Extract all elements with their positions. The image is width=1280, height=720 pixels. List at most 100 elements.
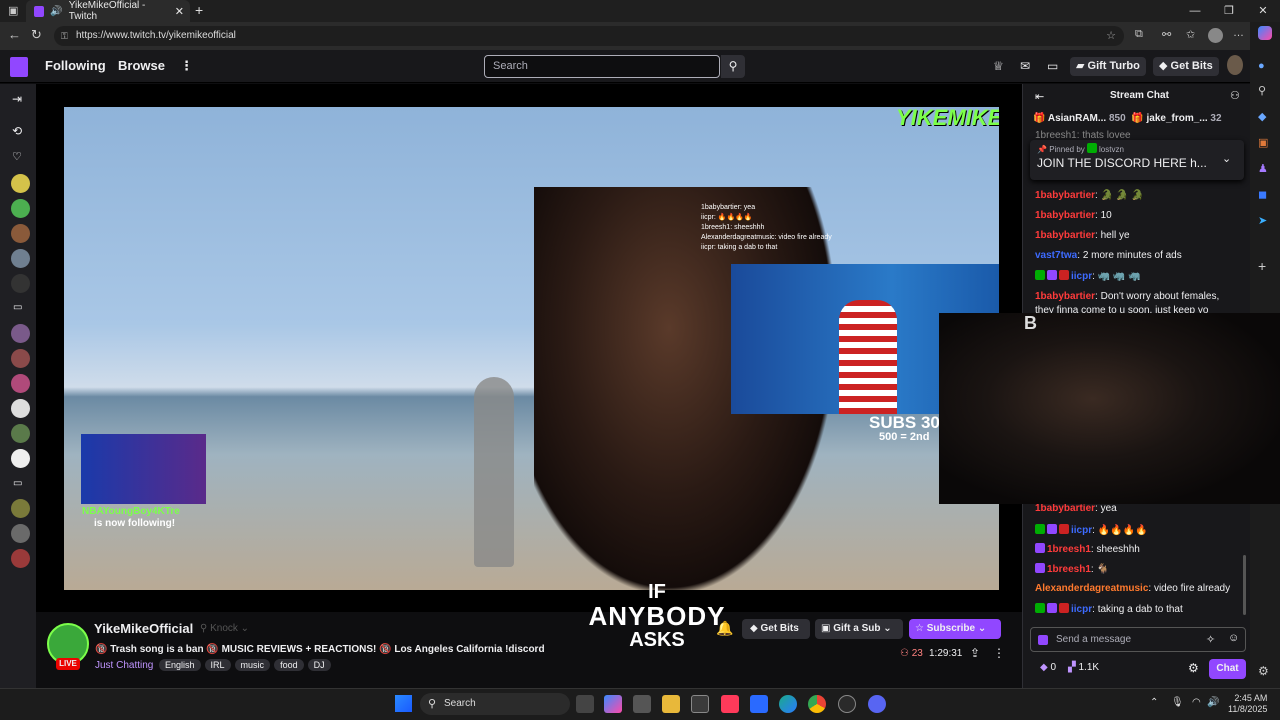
speaker-icon[interactable]: 🔊 [50, 6, 62, 17]
get-bits-stream-button[interactable]: ◆ Get Bits [742, 619, 810, 639]
windows-start-icon[interactable] [395, 695, 412, 712]
search-icon[interactable]: ⚲ [721, 55, 745, 78]
expand-pinned-icon[interactable]: ⌄ [1222, 152, 1231, 165]
inbox-icon[interactable]: ✉ [1020, 57, 1030, 76]
emote-picker-icon[interactable]: ☺ [1228, 632, 1239, 644]
channel-avatar[interactable] [11, 349, 30, 368]
chat-username[interactable]: iicpr [1071, 271, 1092, 282]
favorite-star-icon[interactable]: ☆ [1106, 26, 1116, 46]
gift-sub-button[interactable]: ▣ Gift a Sub ⌄ [815, 619, 903, 639]
share-icon[interactable]: ⇪ [970, 646, 980, 660]
channel-avatar[interactable] [11, 274, 30, 293]
chat-username[interactable]: 1breesh1 [1047, 564, 1091, 575]
tag[interactable]: DJ [307, 659, 331, 671]
knock-button[interactable]: ⚲ Knock ⌄ [200, 623, 249, 634]
chat-username[interactable]: iicpr [1071, 604, 1092, 615]
video-frame[interactable]: YIKEMIKE 1babybartier: yea iicpr: 🔥🔥🔥🔥 1… [64, 107, 999, 590]
more-options-icon[interactable]: ⋮ [993, 646, 1005, 660]
copilot-taskbar-icon[interactable] [604, 695, 622, 713]
shopping-icon[interactable]: ▣ [1258, 136, 1268, 149]
chat-username[interactable]: 1babybartier [1035, 291, 1095, 302]
channel-avatar[interactable] [11, 174, 30, 193]
channel-avatar[interactable] [11, 249, 30, 268]
get-bits-button[interactable]: ◆ Get Bits [1153, 57, 1219, 76]
nav-following[interactable]: Following [45, 58, 106, 73]
games-icon[interactable]: ♟ [1258, 162, 1268, 175]
notifications-bell-icon[interactable]: 🔔 [716, 620, 733, 637]
tab-actions-icon[interactable]: ▣ [8, 4, 18, 17]
task-view-icon[interactable] [576, 695, 594, 713]
nav-browse[interactable]: Browse [118, 58, 165, 73]
channel-avatar[interactable] [11, 449, 30, 468]
tag[interactable]: IRL [204, 659, 231, 671]
taskbar-search[interactable]: ⚲ Search [420, 693, 570, 715]
back-icon[interactable]: ← [8, 27, 21, 42]
chat-username[interactable]: vast7twa [1035, 250, 1077, 261]
tools-icon[interactable]: ◆ [1258, 110, 1266, 123]
channel-avatar[interactable] [11, 199, 30, 218]
wifi-icon[interactable]: ◠ [1192, 697, 1201, 708]
chat-input[interactable]: Send a message ✧ ☺ [1030, 627, 1246, 652]
bits-balance[interactable]: ▞ 1.1K [1068, 662, 1099, 673]
new-tab-icon[interactable]: + [195, 2, 203, 18]
search-input[interactable]: Search [484, 55, 720, 78]
chat-username[interactable]: 1babybartier [1035, 190, 1095, 201]
site-info-icon[interactable]: ⚿ [61, 26, 68, 46]
twitch-logo-icon[interactable] [10, 57, 28, 77]
chat-badge-icon[interactable] [1038, 635, 1048, 645]
more-menu-icon[interactable]: ⋮ [180, 58, 193, 74]
show-hidden-icons[interactable]: ⌃ [1150, 697, 1158, 708]
edge-icon[interactable] [779, 695, 797, 713]
user-avatar[interactable] [1227, 55, 1243, 75]
prime-crown-icon[interactable]: ♕ [993, 57, 1004, 76]
collapse-chat-icon[interactable]: ⇤ [1035, 90, 1044, 103]
chat-username[interactable]: Alexanderdagreatmusic [1035, 583, 1148, 594]
chat-username[interactable]: iicpr [1071, 525, 1092, 536]
maximize-icon[interactable]: ❐ [1212, 0, 1246, 22]
split-screen-icon[interactable]: ⚯ [1162, 28, 1171, 41]
app-icon[interactable] [838, 695, 856, 713]
discord-icon[interactable] [868, 695, 886, 713]
search-sidebar-icon[interactable]: ⚲ [1258, 84, 1266, 97]
chat-send-button[interactable]: Chat [1209, 659, 1246, 679]
chat-username[interactable]: 1babybartier [1035, 503, 1095, 514]
chat-username[interactable]: 1babybartier [1035, 210, 1095, 221]
refresh-icon[interactable]: ↻ [31, 27, 42, 43]
profile-avatar[interactable] [1208, 28, 1223, 43]
url-field[interactable]: ⚿ https://www.twitch.tv/yikemikeofficial… [54, 26, 1124, 46]
pinned-message[interactable]: 📌 Pinned by lostvzn JOIN THE DISCORD HER… [1030, 140, 1244, 180]
gift-turbo-button[interactable]: ▰ Gift Turbo [1070, 57, 1146, 76]
leader-name[interactable]: jake_from_... [1146, 113, 1207, 124]
channel-avatar[interactable] [11, 424, 30, 443]
category-link[interactable]: Just Chatting [95, 660, 153, 671]
sidebar-settings-icon[interactable]: ⚙ [1258, 664, 1269, 678]
chat-scrollbar[interactable] [1243, 555, 1246, 615]
whispers-icon[interactable]: ▭ [1047, 57, 1058, 76]
channel-avatar[interactable] [11, 324, 30, 343]
settings-taskbar-icon[interactable] [633, 695, 651, 713]
volume-icon[interactable]: 🔊 [1207, 697, 1219, 708]
channel-avatar[interactable] [11, 374, 30, 393]
channel-avatar[interactable] [11, 524, 30, 543]
add-sidebar-app-icon[interactable]: + [1258, 258, 1266, 274]
channel-avatar[interactable] [11, 499, 30, 518]
tag[interactable]: English [159, 659, 201, 671]
more-options-icon[interactable]: … [1233, 27, 1244, 39]
browser-tab[interactable]: 🔊 YikeMikeOfficial - Twitch ✕ [26, 0, 190, 22]
store-icon[interactable] [691, 695, 709, 713]
minimize-icon[interactable]: — [1178, 0, 1212, 22]
chat-username[interactable]: 1babybartier [1035, 230, 1095, 241]
subscribe-button[interactable]: ☆ Subscribe ⌄ [909, 619, 1001, 639]
tag[interactable]: food [274, 659, 304, 671]
clock[interactable]: 2:45 AM 11/8/2025 [1228, 693, 1267, 715]
channel-avatar[interactable] [11, 224, 30, 243]
microphone-icon[interactable]: 🎙 [1171, 697, 1184, 708]
gift-sparkle-icon[interactable]: ✧ [1206, 633, 1215, 646]
copilot-icon[interactable] [1258, 26, 1272, 40]
expand-sidebar-icon[interactable]: ⇥ [12, 92, 22, 106]
leader-name[interactable]: AsianRAM... [1048, 113, 1106, 124]
outlook-icon[interactable]: ◼ [1258, 188, 1267, 201]
file-explorer-icon[interactable] [662, 695, 680, 713]
community-icon[interactable]: ⚇ [1230, 89, 1240, 102]
chat-username[interactable]: 1breesh1 [1047, 544, 1091, 555]
